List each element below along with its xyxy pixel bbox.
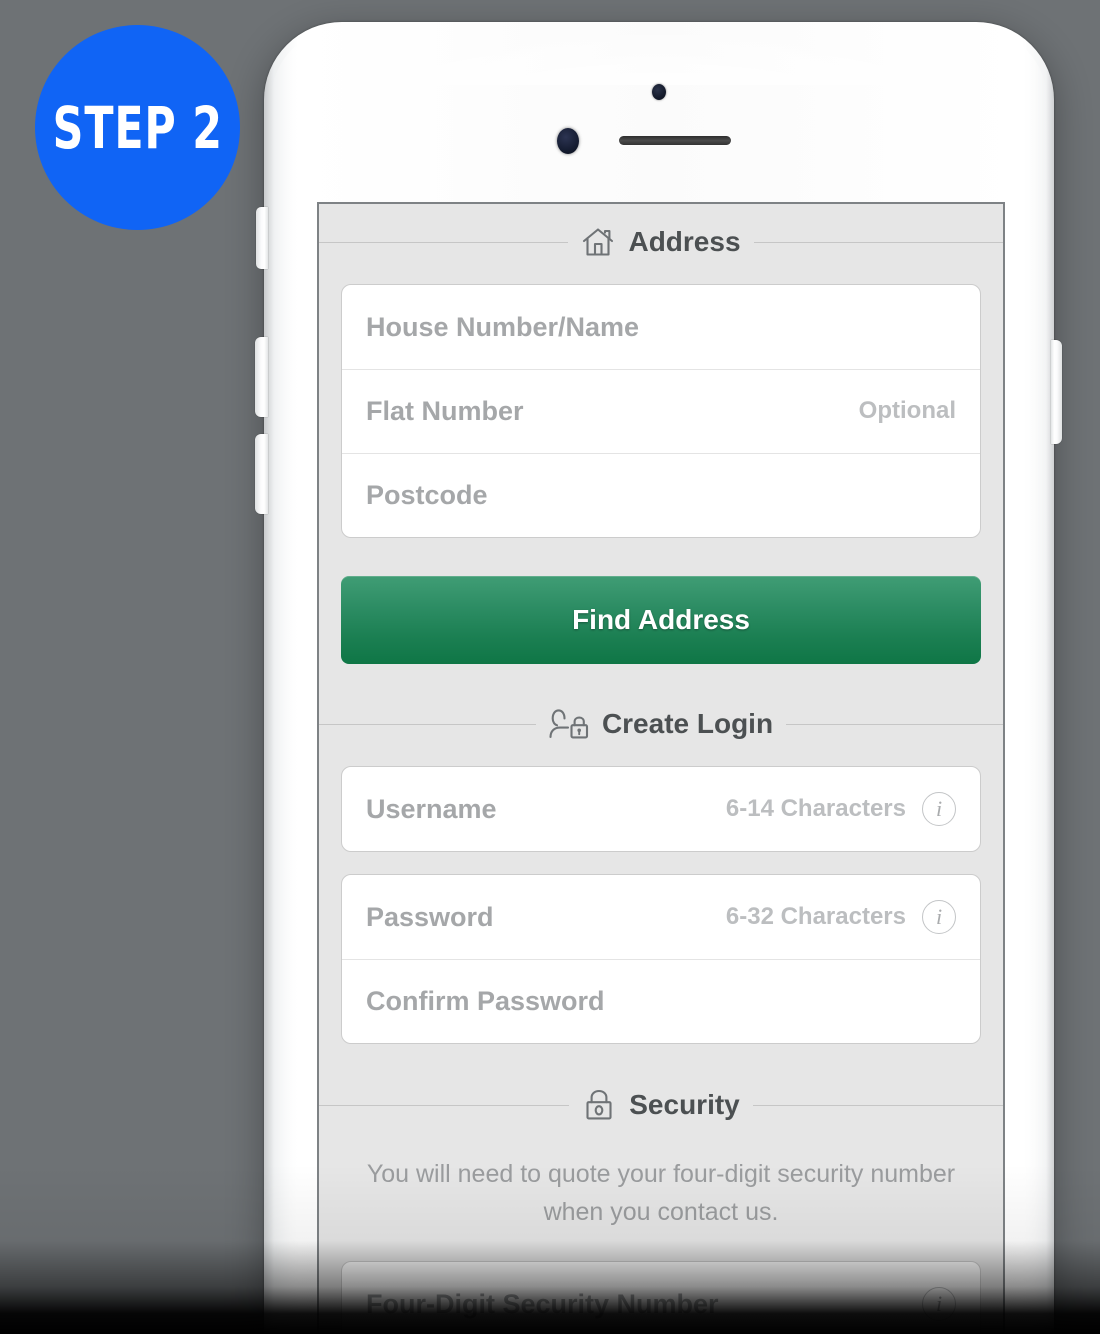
divider-left <box>319 723 536 725</box>
field-house-number[interactable]: House Number/Name <box>342 285 980 369</box>
field-label: Username <box>366 793 497 824</box>
section-title-security: Security <box>629 1089 740 1120</box>
info-icon[interactable]: i <box>922 792 956 826</box>
field-label: Four-Digit Security Number <box>366 1288 719 1319</box>
section-title-address: Address <box>628 226 741 257</box>
security-number-field-group: Four-Digit Security Number i <box>341 1261 981 1334</box>
divider-right <box>786 723 1003 725</box>
step-badge: STEP 2 <box>35 25 240 230</box>
divider-right <box>752 1104 1003 1106</box>
divider-left <box>319 241 569 243</box>
field-label: Confirm Password <box>366 985 605 1016</box>
address-fields-group: House Number/Name Flat Number Optional P… <box>341 284 981 538</box>
field-flat-number[interactable]: Flat Number Optional <box>342 369 980 453</box>
silent-switch-button[interactable] <box>256 207 268 269</box>
field-hint-password: 6-32 Characters <box>725 903 906 930</box>
info-icon[interactable]: i <box>922 900 956 934</box>
camera-dot-icon <box>652 84 666 100</box>
proximity-sensor-icon <box>557 128 579 154</box>
power-button[interactable] <box>1051 340 1062 444</box>
field-label: Flat Number <box>366 395 524 426</box>
field-four-digit-security-number[interactable]: Four-Digit Security Number i <box>342 1262 980 1334</box>
section-header-address: Address <box>319 226 1003 258</box>
field-password[interactable]: Password 6-32 Characters i <box>342 875 980 959</box>
earpiece-speaker-icon <box>619 136 731 145</box>
password-fields-group: Password 6-32 Characters i Confirm Passw… <box>341 874 981 1044</box>
username-field-group: Username 6-14 Characters i <box>341 766 981 852</box>
field-hint-username: 6-14 Characters <box>725 795 906 822</box>
security-note-line-1: You will need to quote your four-digit s… <box>366 1160 956 1188</box>
field-label: Password <box>366 901 494 932</box>
info-icon[interactable]: i <box>922 1287 956 1321</box>
security-note-line-2: when you contact us. <box>543 1197 779 1226</box>
section-header-create-login: Create Login <box>319 708 1003 740</box>
phone-screen: Address House Number/Name Flat Number Op… <box>317 202 1005 1334</box>
field-username[interactable]: Username 6-14 Characters i <box>342 767 980 851</box>
field-hint-optional: Optional <box>858 397 956 424</box>
padlock-icon <box>582 1088 616 1122</box>
section-header-security: Security <box>319 1088 1003 1122</box>
divider-left <box>319 1104 570 1106</box>
phone-top-glow <box>282 25 1036 85</box>
find-address-button[interactable]: Find Address <box>341 576 981 664</box>
user-lock-icon <box>549 708 589 740</box>
house-icon <box>581 226 615 258</box>
phone-device-mockup: Address House Number/Name Flat Number Op… <box>255 22 1062 1334</box>
field-confirm-password[interactable]: Confirm Password <box>342 959 980 1043</box>
security-note: You will need to quote your four-digit s… <box>341 1156 981 1231</box>
field-label: Postcode <box>366 479 488 510</box>
divider-right <box>753 241 1003 243</box>
field-postcode[interactable]: Postcode <box>342 453 980 537</box>
volume-down-button[interactable] <box>255 434 268 514</box>
form-container: Address House Number/Name Flat Number Op… <box>319 204 1003 1334</box>
section-title-create-login: Create Login <box>601 708 774 739</box>
field-label: House Number/Name <box>366 311 640 342</box>
volume-up-button[interactable] <box>255 337 268 417</box>
step-badge-label: STEP 2 <box>52 93 223 162</box>
